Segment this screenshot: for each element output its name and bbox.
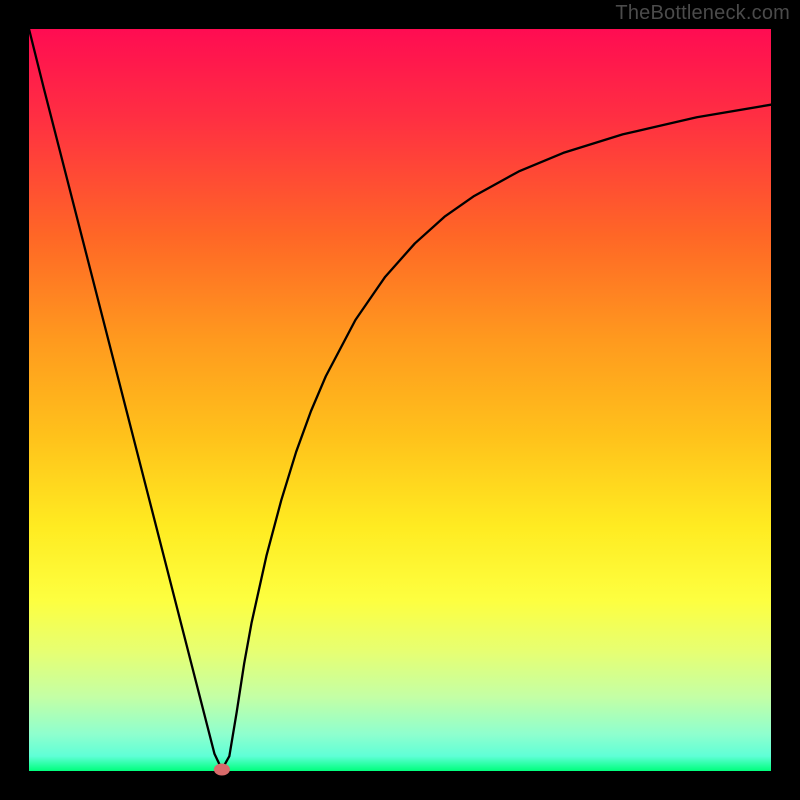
chart-container: TheBottleneck.com bbox=[0, 0, 800, 800]
watermark-text: TheBottleneck.com bbox=[615, 2, 790, 25]
plot-area bbox=[29, 29, 771, 771]
minimum-marker bbox=[214, 764, 230, 776]
bottleneck-curve bbox=[29, 29, 771, 771]
